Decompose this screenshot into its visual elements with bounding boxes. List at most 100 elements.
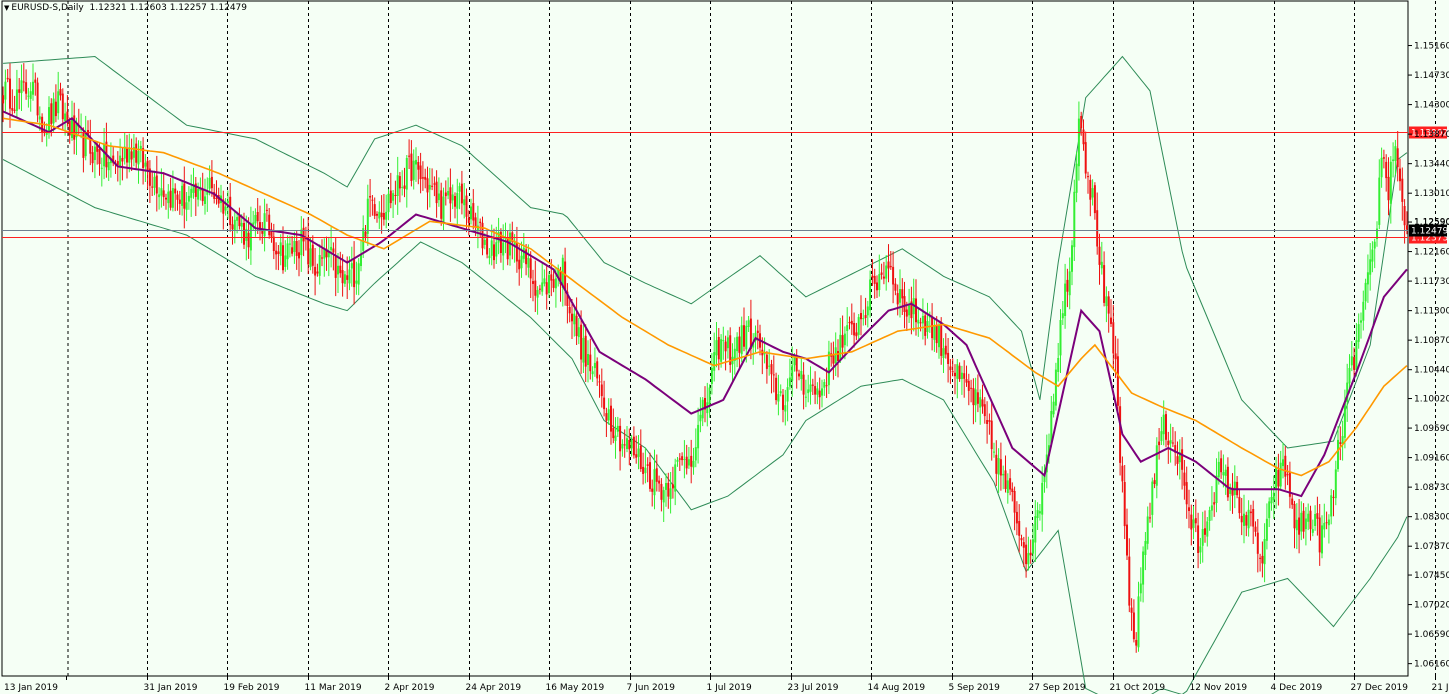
candle-body xyxy=(1068,271,1071,296)
candle-body xyxy=(1293,503,1296,529)
candle-body xyxy=(346,275,349,280)
candle-body xyxy=(1116,356,1119,406)
candle-body xyxy=(389,190,392,204)
candle-body xyxy=(408,155,411,157)
candle-body xyxy=(1018,521,1021,536)
candle-body xyxy=(1265,518,1268,541)
price-chart[interactable]: 1.139021.123731.12479 1.151601.147301.14… xyxy=(0,0,1449,694)
candle-body xyxy=(1176,456,1179,464)
candle-body xyxy=(621,443,624,449)
candle-body xyxy=(71,117,73,138)
candle-body xyxy=(591,371,594,375)
y-tick-label: 1.08730 xyxy=(1414,483,1449,493)
x-tick-label: 21 Oct 2019 xyxy=(1110,683,1166,693)
candle-body xyxy=(669,488,672,499)
candle-body xyxy=(1041,482,1044,515)
candle-body xyxy=(167,191,170,204)
candle-body xyxy=(1190,514,1193,530)
candle-body xyxy=(901,289,904,299)
candle-body xyxy=(1107,296,1110,314)
candle-body xyxy=(639,445,642,469)
candle-body xyxy=(1038,511,1041,514)
candle-body xyxy=(532,281,534,284)
candle-body xyxy=(431,185,434,187)
candle-body xyxy=(885,265,888,279)
collapse-triangle-icon[interactable]: ▼ xyxy=(4,4,9,12)
candle-body xyxy=(1073,191,1076,248)
candle-body xyxy=(502,242,505,256)
candle-body xyxy=(428,184,431,190)
candle-body xyxy=(1279,462,1282,487)
candle-body xyxy=(1158,441,1161,446)
candle-body xyxy=(692,460,695,468)
candle-body xyxy=(575,315,578,336)
candle-body xyxy=(814,386,817,395)
candle-body xyxy=(846,325,849,331)
candle-body xyxy=(869,279,872,311)
candle-body xyxy=(614,435,617,441)
candle-body xyxy=(644,467,647,474)
candle-body xyxy=(57,91,60,114)
candle-body xyxy=(1348,368,1351,384)
candle-body xyxy=(298,252,300,259)
candle-body xyxy=(1360,320,1362,323)
candle-body xyxy=(873,276,876,284)
candle-body xyxy=(866,306,869,316)
candle-body xyxy=(1355,340,1358,370)
candle-body xyxy=(321,257,323,259)
candle-body xyxy=(527,257,530,268)
candle-body xyxy=(467,217,470,223)
candle-body xyxy=(1032,539,1034,554)
y-tick-label: 1.09590 xyxy=(1414,424,1449,434)
candle-body xyxy=(249,222,252,251)
x-tick-label: 27 Sep 2019 xyxy=(1029,683,1086,693)
candle-body xyxy=(243,223,245,245)
header-high: 1.12603 xyxy=(129,3,167,13)
candle-body xyxy=(905,309,908,317)
candle-body xyxy=(981,399,984,407)
candle-body xyxy=(107,162,110,171)
candle-body xyxy=(818,390,821,398)
candle-body xyxy=(185,202,188,210)
candle-body xyxy=(119,155,122,167)
candle-body xyxy=(64,113,67,121)
candle-body xyxy=(970,387,973,389)
y-tick-label: 1.11300 xyxy=(1414,307,1449,317)
candle-body xyxy=(341,270,344,284)
y-tick-label: 1.06160 xyxy=(1414,660,1449,670)
candle-body xyxy=(1399,168,1401,182)
candle-body xyxy=(878,274,881,290)
candle-body xyxy=(236,217,239,221)
candle-body xyxy=(229,196,232,226)
candle-body xyxy=(963,373,966,379)
candle-body xyxy=(768,365,771,367)
candle-body xyxy=(825,385,828,387)
candle-body xyxy=(226,200,229,203)
candle-body xyxy=(944,345,947,355)
candle-body xyxy=(1146,516,1149,544)
candle-body xyxy=(275,250,278,255)
candle-body xyxy=(864,315,867,318)
candle-body xyxy=(137,151,140,165)
chart-window[interactable]: 1.13902 1.12373 1.12479 1.15160 1.14730 1.14… xyxy=(0,0,1449,694)
candle-body xyxy=(637,448,640,457)
candle-body xyxy=(1022,542,1025,548)
candle-body xyxy=(1378,177,1381,225)
candle-body xyxy=(522,247,525,259)
candle-body xyxy=(999,459,1002,476)
candle-body xyxy=(1144,541,1147,555)
candle-body xyxy=(371,199,374,201)
candle-body xyxy=(573,313,576,325)
candle-body xyxy=(841,335,844,348)
candle-body xyxy=(1217,461,1220,478)
candle-body xyxy=(176,194,179,200)
candle-body xyxy=(1096,210,1099,247)
candle-body xyxy=(908,305,911,316)
candle-body xyxy=(25,82,28,94)
candle-body xyxy=(398,176,401,189)
candle-body xyxy=(426,178,429,193)
candle-body xyxy=(862,318,865,320)
candle-body xyxy=(777,394,780,402)
candle-body xyxy=(713,352,716,371)
candle-body xyxy=(387,193,390,213)
